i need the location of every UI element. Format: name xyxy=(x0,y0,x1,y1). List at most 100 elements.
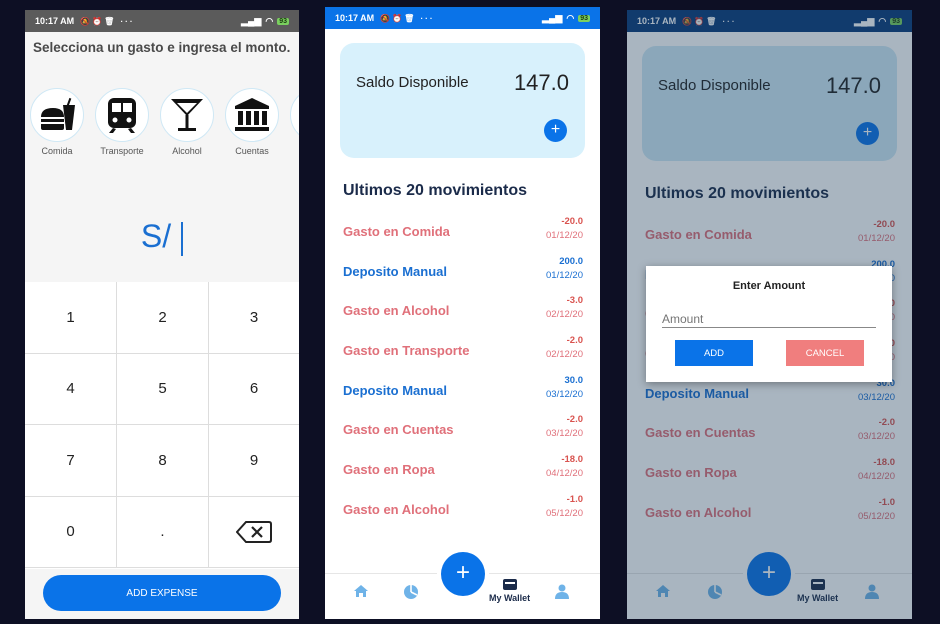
movement-date: 04/12/20 xyxy=(546,468,583,480)
train-icon xyxy=(108,98,136,133)
wallet-screen: 10:17 AM 🔕⏰🗑 ··· ▂▄▆ ◠ 93 Saldo Disponib… xyxy=(325,7,600,619)
add-deposit-button[interactable]: + xyxy=(544,119,567,142)
list-item[interactable]: Gasto en Alcohol -1.0 05/12/20 xyxy=(343,491,583,531)
movement-date: 03/12/20 xyxy=(546,388,583,400)
key-5[interactable]: 5 xyxy=(117,353,209,425)
movement-amount: 30.0 xyxy=(564,374,584,386)
key-0[interactable]: 0 xyxy=(25,496,117,568)
nav-profile[interactable] xyxy=(555,584,569,601)
wallet-dialog-screen: 10:17 AM 🔕⏰🗑 ··· ▂▄▆ ◠ 93 Saldo Disponib… xyxy=(627,10,912,619)
movement-amount: -2.0 xyxy=(566,335,583,347)
category-transporte[interactable]: Transporte xyxy=(94,88,150,156)
movement-name: Gasto en Transporte xyxy=(343,343,470,359)
notification-icons: 🔕⏰🗑 ··· xyxy=(80,16,135,26)
numeric-keypad: 1 2 3 4 5 6 7 8 9 0 . xyxy=(25,282,299,569)
balance-value: 147.0 xyxy=(513,70,569,95)
home-icon xyxy=(354,585,368,597)
signal-icon: ▂▄▆ xyxy=(241,15,262,26)
add-expense-fab[interactable]: + xyxy=(441,552,485,596)
movement-date: 02/12/20 xyxy=(546,309,583,321)
list-item[interactable]: Gasto en Transporte -2.0 02/12/20 xyxy=(343,332,583,372)
movement-date: 01/12/20 xyxy=(546,269,583,281)
cancel-button[interactable]: CANCEL xyxy=(786,340,864,366)
category-label: Transporte xyxy=(100,146,144,156)
movements-title: Ultimos 20 movimientos xyxy=(343,182,528,199)
category-cuentas[interactable]: Cuentas xyxy=(224,88,280,156)
key-9[interactable]: 9 xyxy=(209,425,299,497)
currency-prefix: S/ xyxy=(140,218,172,254)
movement-date: 02/12/20 xyxy=(546,349,583,361)
backspace-icon xyxy=(236,520,272,543)
battery-icon: 93 xyxy=(277,17,289,25)
key-6[interactable]: 6 xyxy=(209,354,299,425)
key-decimal[interactable]: . xyxy=(117,496,209,568)
movement-name: Gasto en Alcohol xyxy=(343,501,450,517)
category-label: Comida xyxy=(41,146,73,156)
movement-name: Gasto en Alcohol xyxy=(343,303,450,319)
wifi-icon: ◠ xyxy=(265,15,274,26)
category-label: Alcohol xyxy=(172,146,202,156)
fastfood-icon xyxy=(41,97,75,130)
cocktail-icon xyxy=(171,99,203,131)
pie-chart-icon xyxy=(404,585,418,599)
person-icon xyxy=(555,584,569,599)
movement-amount: -1.0 xyxy=(566,493,583,505)
movement-amount: -20.0 xyxy=(561,216,583,227)
category-more[interactable] xyxy=(289,88,299,156)
movement-amount: -2.0 xyxy=(566,414,583,426)
key-3[interactable]: 3 xyxy=(209,282,299,354)
movement-date: 03/12/20 xyxy=(546,428,583,440)
balance-label: Saldo Disponible xyxy=(356,74,469,91)
movement-name: Gasto en Cuentas xyxy=(343,422,454,438)
list-item[interactable]: Gasto en Ropa -18.0 04/12/20 xyxy=(343,451,583,491)
nav-my-wallet[interactable]: My Wallet xyxy=(489,578,530,603)
status-time: 10:17 AM xyxy=(335,13,375,23)
category-comida[interactable]: Comida xyxy=(29,88,85,156)
status-bar: 10:17 AM 🔕⏰🗑 ··· ▂▄▆ ◠ 93 xyxy=(325,7,600,29)
wallet-icon xyxy=(502,579,517,590)
list-item[interactable]: Gasto en Alcohol -3.0 02/12/20 xyxy=(343,292,583,332)
key-4[interactable]: 4 xyxy=(25,353,117,425)
movement-amount: 200.0 xyxy=(559,255,583,267)
balance-card: Saldo Disponible 147.0 + xyxy=(340,43,585,158)
amount-input[interactable] xyxy=(662,310,876,328)
bottom-navigation: + My Wallet xyxy=(325,552,600,619)
list-item[interactable]: Gasto en Comida -20.0 01/12/20 xyxy=(343,213,583,253)
nav-stats[interactable] xyxy=(403,584,419,602)
list-item[interactable]: Deposito Manual 200.0 01/12/20 xyxy=(343,253,583,293)
notification-icons: 🔕⏰🗑 ··· xyxy=(380,13,435,23)
nav-wallet-label: My Wallet xyxy=(489,593,531,603)
movements-list: Gasto en Comida -20.0 01/12/20 Deposito Ma… xyxy=(343,213,583,531)
category-label: Cuentas xyxy=(235,146,269,156)
amount-display: S/ xyxy=(25,218,299,256)
category-alcohol[interactable]: Alcohol xyxy=(159,88,215,156)
movement-amount: -18.0 xyxy=(561,454,583,466)
signal-icon: ▂▄▆ xyxy=(542,12,563,23)
category-list: Comida Transporte Alcohol Cuentas xyxy=(29,88,299,156)
key-2[interactable]: 2 xyxy=(117,282,209,354)
bank-icon xyxy=(235,98,269,131)
dialog-title: Enter Amount xyxy=(732,280,806,292)
status-time: 10:17 AM xyxy=(35,16,75,26)
expense-screen: 10:17 AM 🔕⏰🗑 ··· ▂▄▆ ◠ 93 Selecciona un … xyxy=(25,10,299,619)
key-8[interactable]: 8 xyxy=(117,425,209,497)
movement-amount: -3.0 xyxy=(566,295,583,307)
list-item[interactable]: Deposito Manual 30.0 03/12/20 xyxy=(343,372,583,412)
movement-name: Gasto en Comida xyxy=(343,224,450,239)
enter-amount-dialog: Enter Amount ADD CANCEL xyxy=(646,266,892,382)
movement-date: 05/12/20 xyxy=(546,507,583,519)
movement-date: 01/12/20 xyxy=(546,230,583,241)
movement-name: Deposito Manual xyxy=(343,382,448,398)
movement-name: Deposito Manual xyxy=(343,263,448,279)
status-bar: 10:17 AM 🔕⏰🗑 ··· ▂▄▆ ◠ 93 xyxy=(25,10,299,32)
add-expense-button[interactable]: ADD EXPENSE xyxy=(43,575,281,611)
nav-home[interactable] xyxy=(353,584,369,600)
wifi-icon: ◠ xyxy=(566,12,575,23)
key-7[interactable]: 7 xyxy=(25,425,117,497)
movement-name: Gasto en Ropa xyxy=(343,462,435,478)
battery-icon: 93 xyxy=(578,14,590,22)
list-item[interactable]: Gasto en Cuentas -2.0 03/12/20 xyxy=(343,411,583,451)
key-backspace[interactable] xyxy=(209,497,299,568)
add-button[interactable]: ADD xyxy=(675,340,753,366)
key-1[interactable]: 1 xyxy=(25,282,117,354)
